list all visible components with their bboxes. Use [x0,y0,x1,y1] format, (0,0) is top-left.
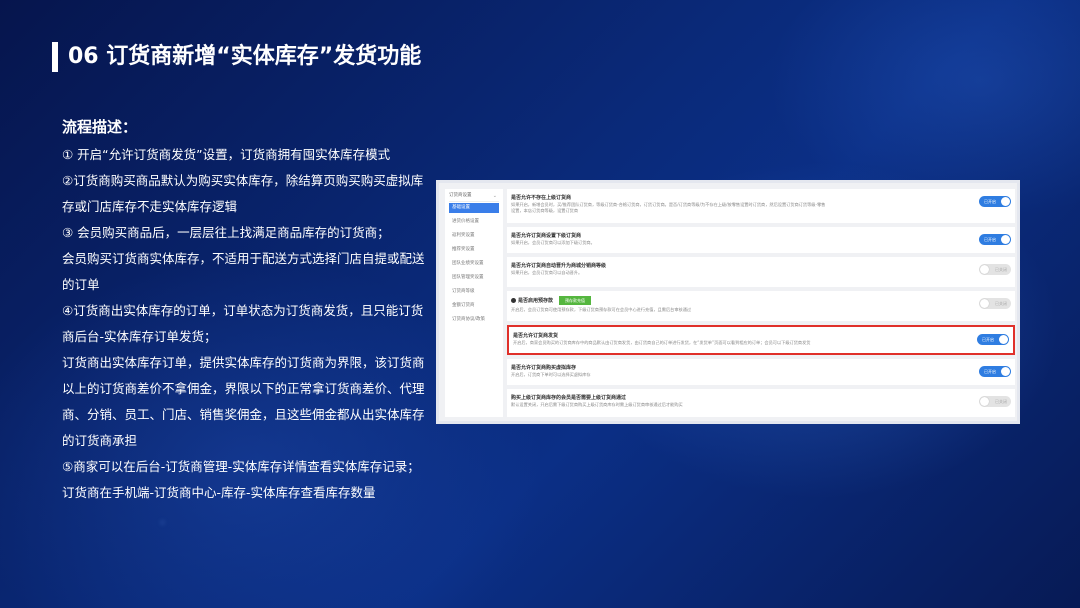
setting-desc-line: 如果开启，会员订货商可以添加下级订货商。 [511,240,595,245]
toggle-knob [1001,367,1010,376]
sidebar-item-amount[interactable]: 金额订货商 [449,301,499,311]
settings-screenshot: 订货商设置 ⌄ 基础设置 进货价格设置 返利奖设置 推荐奖设置 团队业绩奖设置 … [436,180,1020,424]
setting-desc-line: 开启后，订货商下单时可以选择买虚拟库存 [511,372,591,377]
description-line: 订货商在手机端-订货商中心-库存-实体库存查看库存数量 [62,485,376,500]
setting-title-text: 是否启用预存款 [518,298,554,304]
setting-row: 是否允许订货商设置下级订货商 如果开启，会员订货商可以添加下级订货商。 已开启 [507,227,1015,253]
toggle-label: 已开启 [982,337,994,342]
chevron-down-icon: ⌄ [492,193,497,199]
setting-desc-line: 开启后，商家会员购买的订货商库存中的商品默认由订货商发货，由订货商自己的订单进行… [513,340,811,345]
description-line: ⑤商家可以在后台-订货商管理-实体库存详情查看实体库存记录； [62,459,420,474]
slide-title: 06 订货商新增“实体库存”发货功能 [68,44,422,69]
setting-row-highlighted: 是否允许订货商发货 开启后，商家会员购买的订货商库存中的商品默认由订货商发货，由… [507,325,1015,355]
setting-desc-line: 默认设置关闭，开启后需下级订货商购买上级订货商库存时需上级订货商审核通过后才能购… [511,402,683,407]
setting-toggle[interactable]: 已关闭 [979,298,1011,309]
setting-title: 是否允许订货商发货 [513,333,559,339]
setting-desc: 开启后，订货商下单时可以选择买虚拟库存 [511,372,971,378]
setting-title: 是否允许订货商购买虚拟库存 [511,365,577,371]
toggle-label: 已开启 [984,369,996,374]
setting-toggle[interactable]: 已开启 [977,334,1009,345]
setting-desc: 如果开启，会员订货商可以添加下级订货商。 [511,240,971,246]
setting-title: 是否允许订货商设置下级订货商 [511,233,582,239]
setting-toggle[interactable]: 已关闭 [979,264,1011,275]
setting-title: 是否启用预存款 预存款充值 [511,296,592,305]
setting-toggle[interactable]: 已开启 [979,366,1011,377]
setting-row: 是否允许订货商自动晋升为商城分销商等级 如果开启，会员订货商可以自动晋升。 已关… [507,257,1015,287]
sidebar-item-levels[interactable]: 订货商等级 [449,287,499,297]
title-accent-bar [52,42,58,72]
setting-desc-line: 如果开启，会员订货商可以自动晋升。 [511,270,583,275]
sidebar-header-label: 订货商设置 [449,193,472,198]
settings-main: 是否允许不存在上级订货商 如果开启，新增会员时，买/推荐团队订货商，等级订货商-… [507,189,1015,417]
setting-toggle[interactable]: 已开启 [979,196,1011,207]
info-icon [511,298,516,303]
description-line: 存或门店库存不走实体库存逻辑 [62,199,238,214]
deposit-tag-button[interactable]: 预存款充值 [559,296,592,305]
toggle-knob [1001,235,1010,244]
sidebar-item-rebate[interactable]: 返利奖设置 [449,231,499,241]
sidebar-item-team-performance[interactable]: 团队业绩奖设置 [449,259,499,269]
description-line: ① 开启“允许订货商发货”设置，订货商拥有囤实体库存模式 [62,147,391,162]
description-line: 的订单 [62,277,100,292]
sidebar-item-referral[interactable]: 推荐奖设置 [449,245,499,255]
setting-title: 是否允许不存在上级订货商 [511,195,572,201]
toggle-label: 已开启 [984,199,996,204]
sidebar-item-basic[interactable]: 基础设置 [449,203,499,213]
description-body: ① 开启“允许订货商发货”设置，订货商拥有囤实体库存模式 ②订货商购买商品默认为… [62,142,427,506]
description-line: 会员购买订货商实体库存，不适用于配送方式选择门店自提或配送 [62,251,425,266]
sidebar-item-team-management[interactable]: 团队管理奖设置 [449,273,499,283]
setting-toggle[interactable]: 已关闭 [979,396,1011,407]
description-line: 的订货商承担 [62,433,138,448]
toggle-knob [980,299,989,308]
description-line: ②订货商购买商品默认为购买实体库存，除结算页购买购买虚拟库 [62,173,424,188]
setting-toggle[interactable]: 已开启 [979,234,1011,245]
setting-desc: 开启后，会员订货商可使用预存款，下级订货商预存款可在会员中心进行充值，且需后台审… [511,307,971,313]
setting-row: 是否允许订货商购买虚拟库存 开启后，订货商下单时可以选择买虚拟库存 已开启 [507,359,1015,385]
setting-desc: 如果开启，会员订货商可以自动晋升。 [511,270,971,276]
setting-row: 购买上级订货商库存的会员是否需要上级订货商通过 默认设置关闭，开启后需下级订货商… [507,389,1015,417]
description-line: 商后台-实体库存订单发货； [62,329,217,344]
description-line: 商、分销、员工、门店、销售奖佣金，且这些佣金都从出实体库存 [62,407,425,422]
description-line: ④订货商出实体库存的订单，订单状态为订货商发货，且只能订货 [62,303,424,318]
description-line: 订货商出实体库存订单，提供实体库存的订货商为界限，该订货商 [62,355,425,370]
setting-title: 是否允许订货商自动晋升为商城分销商等级 [511,263,607,269]
toggle-knob [1001,197,1010,206]
setting-desc-line: 设置，本店订货商等级，设置订货商 [511,208,579,213]
setting-desc: 开启后，商家会员购买的订货商库存中的商品默认由订货商发货，由订货商自己的订单进行… [513,340,973,346]
toggle-label: 已关闭 [995,267,1007,272]
sidebar-item-price[interactable]: 进货价格设置 [449,217,499,227]
setting-desc: 默认设置关闭，开启后需下级订货商购买上级订货商库存时需上级订货商审核通过后才能购… [511,402,971,408]
setting-desc-line: 开启后，会员订货商可使用预存款，下级订货商预存款可在会员中心进行充值，且需后台审… [511,307,692,312]
setting-desc: 如果开启，新增会员时，买/推荐团队订货商，等级订货商-合格订货商，订货订货商。是… [511,202,971,214]
toggle-knob [980,397,989,406]
toggle-knob [980,265,989,274]
toggle-label: 已关闭 [995,301,1007,306]
toggle-knob [999,335,1008,344]
settings-sidebar: 订货商设置 ⌄ 基础设置 进货价格设置 返利奖设置 推荐奖设置 团队业绩奖设置 … [445,189,503,417]
sidebar-item-agreement[interactable]: 订货商协议/政策 [449,315,499,325]
toggle-label: 已开启 [984,237,996,242]
bg-glow [160,520,165,525]
description-line: ③ 会员购买商品后，一层层往上找满足商品库存的订货商； [62,225,390,240]
setting-title: 购买上级订货商库存的会员是否需要上级订货商通过 [511,395,627,401]
description-line: 以上的订货商差价不拿佣金，界限以下的正常拿订货商差价、代理 [62,381,425,396]
setting-row: 是否启用预存款 预存款充值 开启后，会员订货商可使用预存款，下级订货商预存款可在会… [507,291,1015,321]
toggle-label: 已关闭 [995,399,1007,404]
sidebar-header[interactable]: 订货商设置 ⌄ [449,191,499,202]
setting-row: 是否允许不存在上级订货商 如果开启，新增会员时，买/推荐团队订货商，等级订货商-… [507,189,1015,223]
description-heading: 流程描述： [62,118,138,136]
